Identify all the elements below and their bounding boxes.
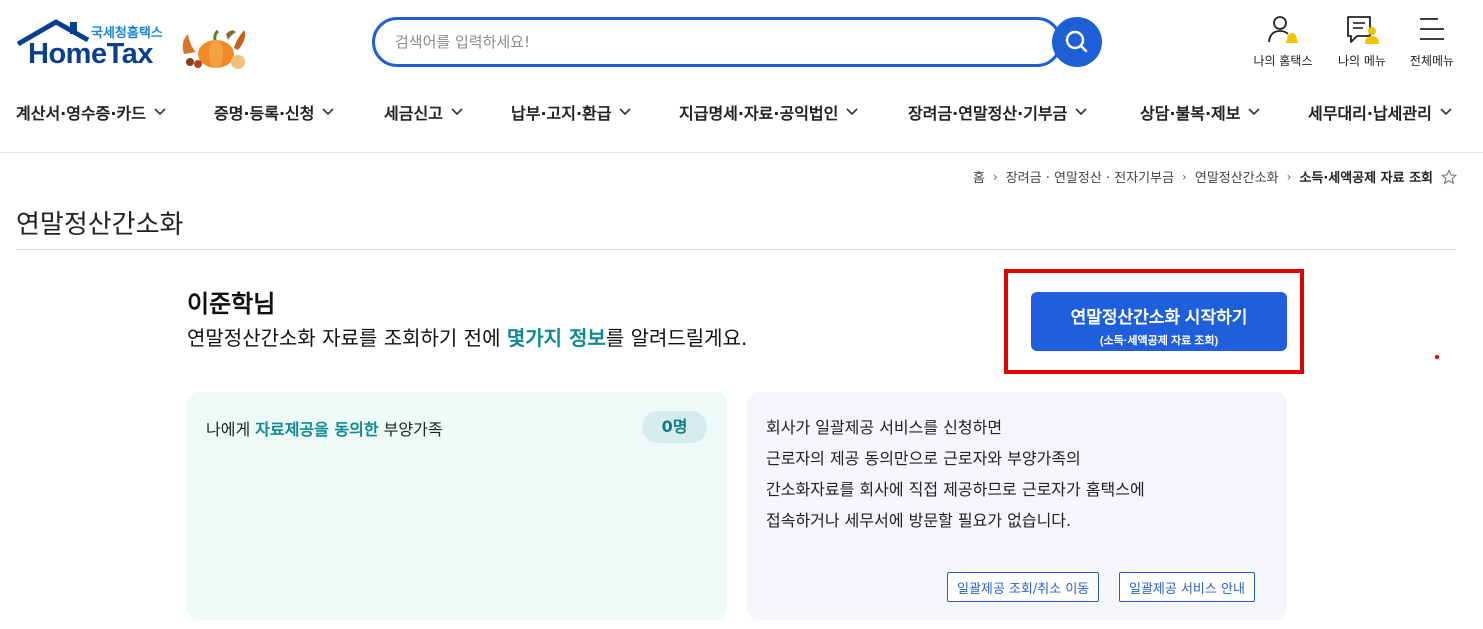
nav-item-label: 장려금·연말정산·기부금: [908, 104, 1068, 123]
nav-item-payment[interactable]: 납부·고지·환급: [511, 100, 632, 124]
breadcrumb: 홈 › 장려금 · 연말정산 · 전자기부금 › 연말정산간소화 › 소득·세액…: [973, 167, 1457, 186]
search-input[interactable]: [395, 30, 1035, 54]
dependents-label-highlight: 자료제공을 동의한: [255, 420, 379, 439]
breadcrumb-incentive[interactable]: 장려금 · 연말정산 · 전자기부금: [1006, 167, 1174, 186]
my-hometax-icon: [1268, 16, 1298, 43]
nav-item-tax-report[interactable]: 세금신고: [384, 100, 463, 124]
hometax-logo[interactable]: 국세청홈택스 HomeTax: [16, 18, 256, 70]
page-title: 연말정산간소화: [16, 210, 184, 240]
my-menu-button[interactable]: 나의 메뉴: [1322, 14, 1402, 69]
start-button-sublabel: (소득·세액공제 자료 조회): [1099, 335, 1219, 347]
description-line: 근로자의 제공 동의만으로 근로자와 부양가족의: [766, 449, 1081, 468]
my-hometax-label: 나의 홈택스: [1253, 54, 1313, 68]
breadcrumb-home[interactable]: 홈: [973, 167, 985, 186]
breadcrumb-simplified[interactable]: 연말정산간소화: [1195, 167, 1279, 186]
chevron-right-icon: ›: [1286, 169, 1292, 184]
star-icon[interactable]: [1441, 168, 1457, 185]
greeting-pre: 연말정산간소화 자료를 조회하기 전에: [187, 326, 507, 350]
start-button-label: 연말정산간소화 시작하기: [1070, 308, 1248, 327]
title-divider: [16, 249, 1456, 250]
chevron-down-icon: [451, 108, 463, 116]
description-line: 회사가 일괄제공 서비스를 신청하면: [766, 418, 1003, 437]
greeting-text: 연말정산간소화 자료를 조회하기 전에 몇가지 정보를 알려드릴게요.: [187, 322, 747, 351]
chevron-down-icon: [1075, 108, 1087, 116]
breadcrumb-current: 소득·세액공제 자료 조회: [1299, 171, 1433, 186]
dependents-count-badge: 0명: [642, 411, 707, 443]
nav-item-label: 납부·고지·환급: [511, 104, 612, 123]
all-menu-button[interactable]: 전체메뉴: [1392, 14, 1472, 69]
chevron-down-icon: [619, 108, 632, 116]
header: 국세청홈택스 HomeTax 나의 홈택스: [0, 0, 1483, 90]
nav-divider: [0, 152, 1483, 153]
description-line: 간소화자료를 회사에 직접 제공하므로 근로자가 홈택스에: [766, 480, 1145, 499]
user-name: 이준학님: [187, 290, 276, 318]
chevron-down-icon: [1248, 108, 1261, 116]
nav-item-label: 세금신고: [384, 104, 443, 123]
my-menu-label: 나의 메뉴: [1338, 54, 1386, 68]
chevron-down-icon: [846, 108, 858, 116]
my-hometax-button[interactable]: 나의 홈택스: [1243, 14, 1323, 69]
greeting-post: 를 알려드릴게요.: [605, 326, 748, 350]
nav-item-invoice[interactable]: 계산서·영수증·카드: [16, 100, 166, 124]
search-icon: [1065, 30, 1088, 53]
bulk-service-guide-button[interactable]: 일괄제공 서비스 안내: [1119, 572, 1255, 602]
chevron-down-icon: [154, 108, 166, 116]
search-button[interactable]: [1052, 17, 1102, 67]
dependents-label-post: 부양가족: [378, 420, 443, 439]
nav-item-statement[interactable]: 지급명세·자료·공익법인: [679, 100, 858, 124]
chevron-down-icon: [322, 108, 335, 116]
bulk-lookup-cancel-button[interactable]: 일괄제공 조회/취소 이동: [947, 572, 1100, 602]
description-line: 접속하거나 세무서에 방문할 필요가 없습니다.: [766, 511, 1072, 530]
nav-item-consult[interactable]: 상담·불복·제보: [1140, 100, 1261, 124]
search-box: [372, 17, 1062, 67]
chevron-down-icon: [1440, 108, 1452, 116]
bulk-service-card: 회사가 일괄제공 서비스를 신청하면 근로자의 제공 동의만으로 근로자와 부양…: [747, 392, 1287, 620]
pumpkin-icon: [182, 29, 246, 69]
greeting-highlight: 몇가지 정보: [506, 326, 606, 350]
start-simplified-button[interactable]: 연말정산간소화 시작하기 (소득·세액공제 자료 조회): [1031, 292, 1287, 351]
nav-item-agent[interactable]: 세무대리·납세관리: [1308, 100, 1452, 124]
dependents-card: 나에게 자료제공을 동의한 부양가족 0명: [187, 392, 727, 620]
bulk-service-description: 회사가 일괄제공 서비스를 신청하면 근로자의 제공 동의만으로 근로자와 부양…: [766, 412, 1145, 536]
red-dot-marker: [1435, 355, 1439, 359]
nav-item-label: 지급명세·자료·공익법인: [679, 104, 839, 123]
nav-item-label: 세무대리·납세관리: [1308, 104, 1432, 123]
nav-item-label: 증명·등록·신청: [214, 104, 315, 123]
dependents-label-pre: 나에게: [206, 420, 256, 439]
nav-item-incentive[interactable]: 장려금·연말정산·기부금: [908, 100, 1087, 124]
hamburger-icon: [1420, 18, 1444, 40]
chevron-right-icon: ›: [992, 169, 998, 184]
nav-item-certificate[interactable]: 증명·등록·신청: [214, 100, 335, 124]
dependents-label: 나에게 자료제공을 동의한 부양가족: [206, 416, 443, 440]
chevron-right-icon: ›: [1182, 169, 1187, 184]
main-nav: 계산서·영수증·카드 증명·등록·신청 세금신고 납부·고지·환급 지급명세·자…: [0, 90, 1483, 134]
my-menu-icon: [1347, 16, 1379, 44]
nav-item-label: 계산서·영수증·카드: [16, 104, 146, 123]
nav-item-label: 상담·불복·제보: [1140, 104, 1241, 123]
logo-title: HomeTax: [28, 38, 153, 70]
all-menu-label: 전체메뉴: [1409, 54, 1455, 68]
